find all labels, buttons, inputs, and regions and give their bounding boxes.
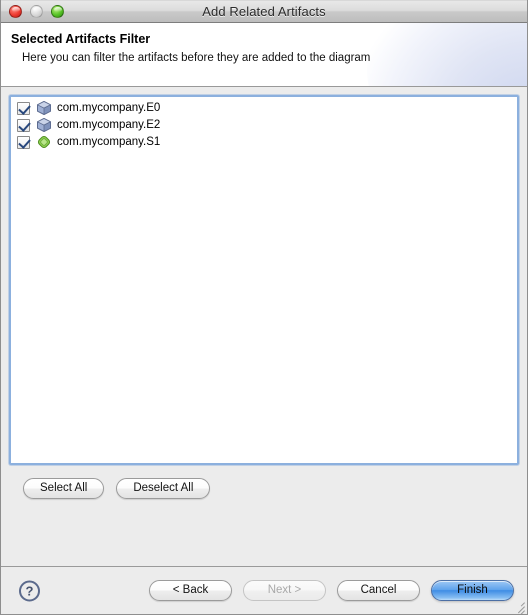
selection-buttons: Select All Deselect All <box>9 478 519 499</box>
item-label: com.mycompany.E0 <box>57 102 161 114</box>
title-bar: Add Related Artifacts <box>1 0 527 23</box>
close-button[interactable] <box>9 5 22 18</box>
green-diamond-icon <box>36 134 52 150</box>
item-label: com.mycompany.E2 <box>57 119 161 131</box>
list-item[interactable]: com.mycompany.E0 <box>15 100 515 116</box>
artifacts-list[interactable]: com.mycompany.E0 com.mycompany.E2 com.my… <box>9 95 519 465</box>
window-controls <box>9 1 64 22</box>
navigation-buttons: < Back Next > Cancel Finish <box>149 580 514 601</box>
dialog-footer: ? < Back Next > Cancel Finish <box>1 566 527 614</box>
select-all-button[interactable]: Select All <box>23 478 105 499</box>
item-checkbox[interactable] <box>17 135 30 149</box>
finish-button[interactable]: Finish <box>431 580 514 601</box>
window-title: Add Related Artifacts <box>202 4 326 19</box>
item-checkbox[interactable] <box>17 101 30 115</box>
dialog-window: Add Related Artifacts Selected Artifacts… <box>0 0 528 615</box>
dialog-body: com.mycompany.E0 com.mycompany.E2 com.my… <box>1 87 527 566</box>
blue-cube-icon <box>36 117 52 133</box>
blue-cube-icon <box>36 100 52 116</box>
help-icon[interactable]: ? <box>19 580 40 601</box>
zoom-button[interactable] <box>51 5 64 18</box>
next-button: Next > <box>243 580 326 601</box>
list-item[interactable]: com.mycompany.S1 <box>15 134 515 150</box>
page-title: Selected Artifacts Filter <box>11 32 151 46</box>
minimize-button <box>30 5 43 18</box>
cancel-button[interactable]: Cancel <box>337 580 420 601</box>
wizard-header: Selected Artifacts Filter Here you can f… <box>1 23 527 87</box>
list-item[interactable]: com.mycompany.E2 <box>15 117 515 133</box>
deselect-all-button[interactable]: Deselect All <box>116 478 211 499</box>
back-button[interactable]: < Back <box>149 580 232 601</box>
page-description: Here you can filter the artifacts before… <box>22 52 371 64</box>
item-checkbox[interactable] <box>17 118 30 132</box>
item-label: com.mycompany.S1 <box>57 136 161 148</box>
